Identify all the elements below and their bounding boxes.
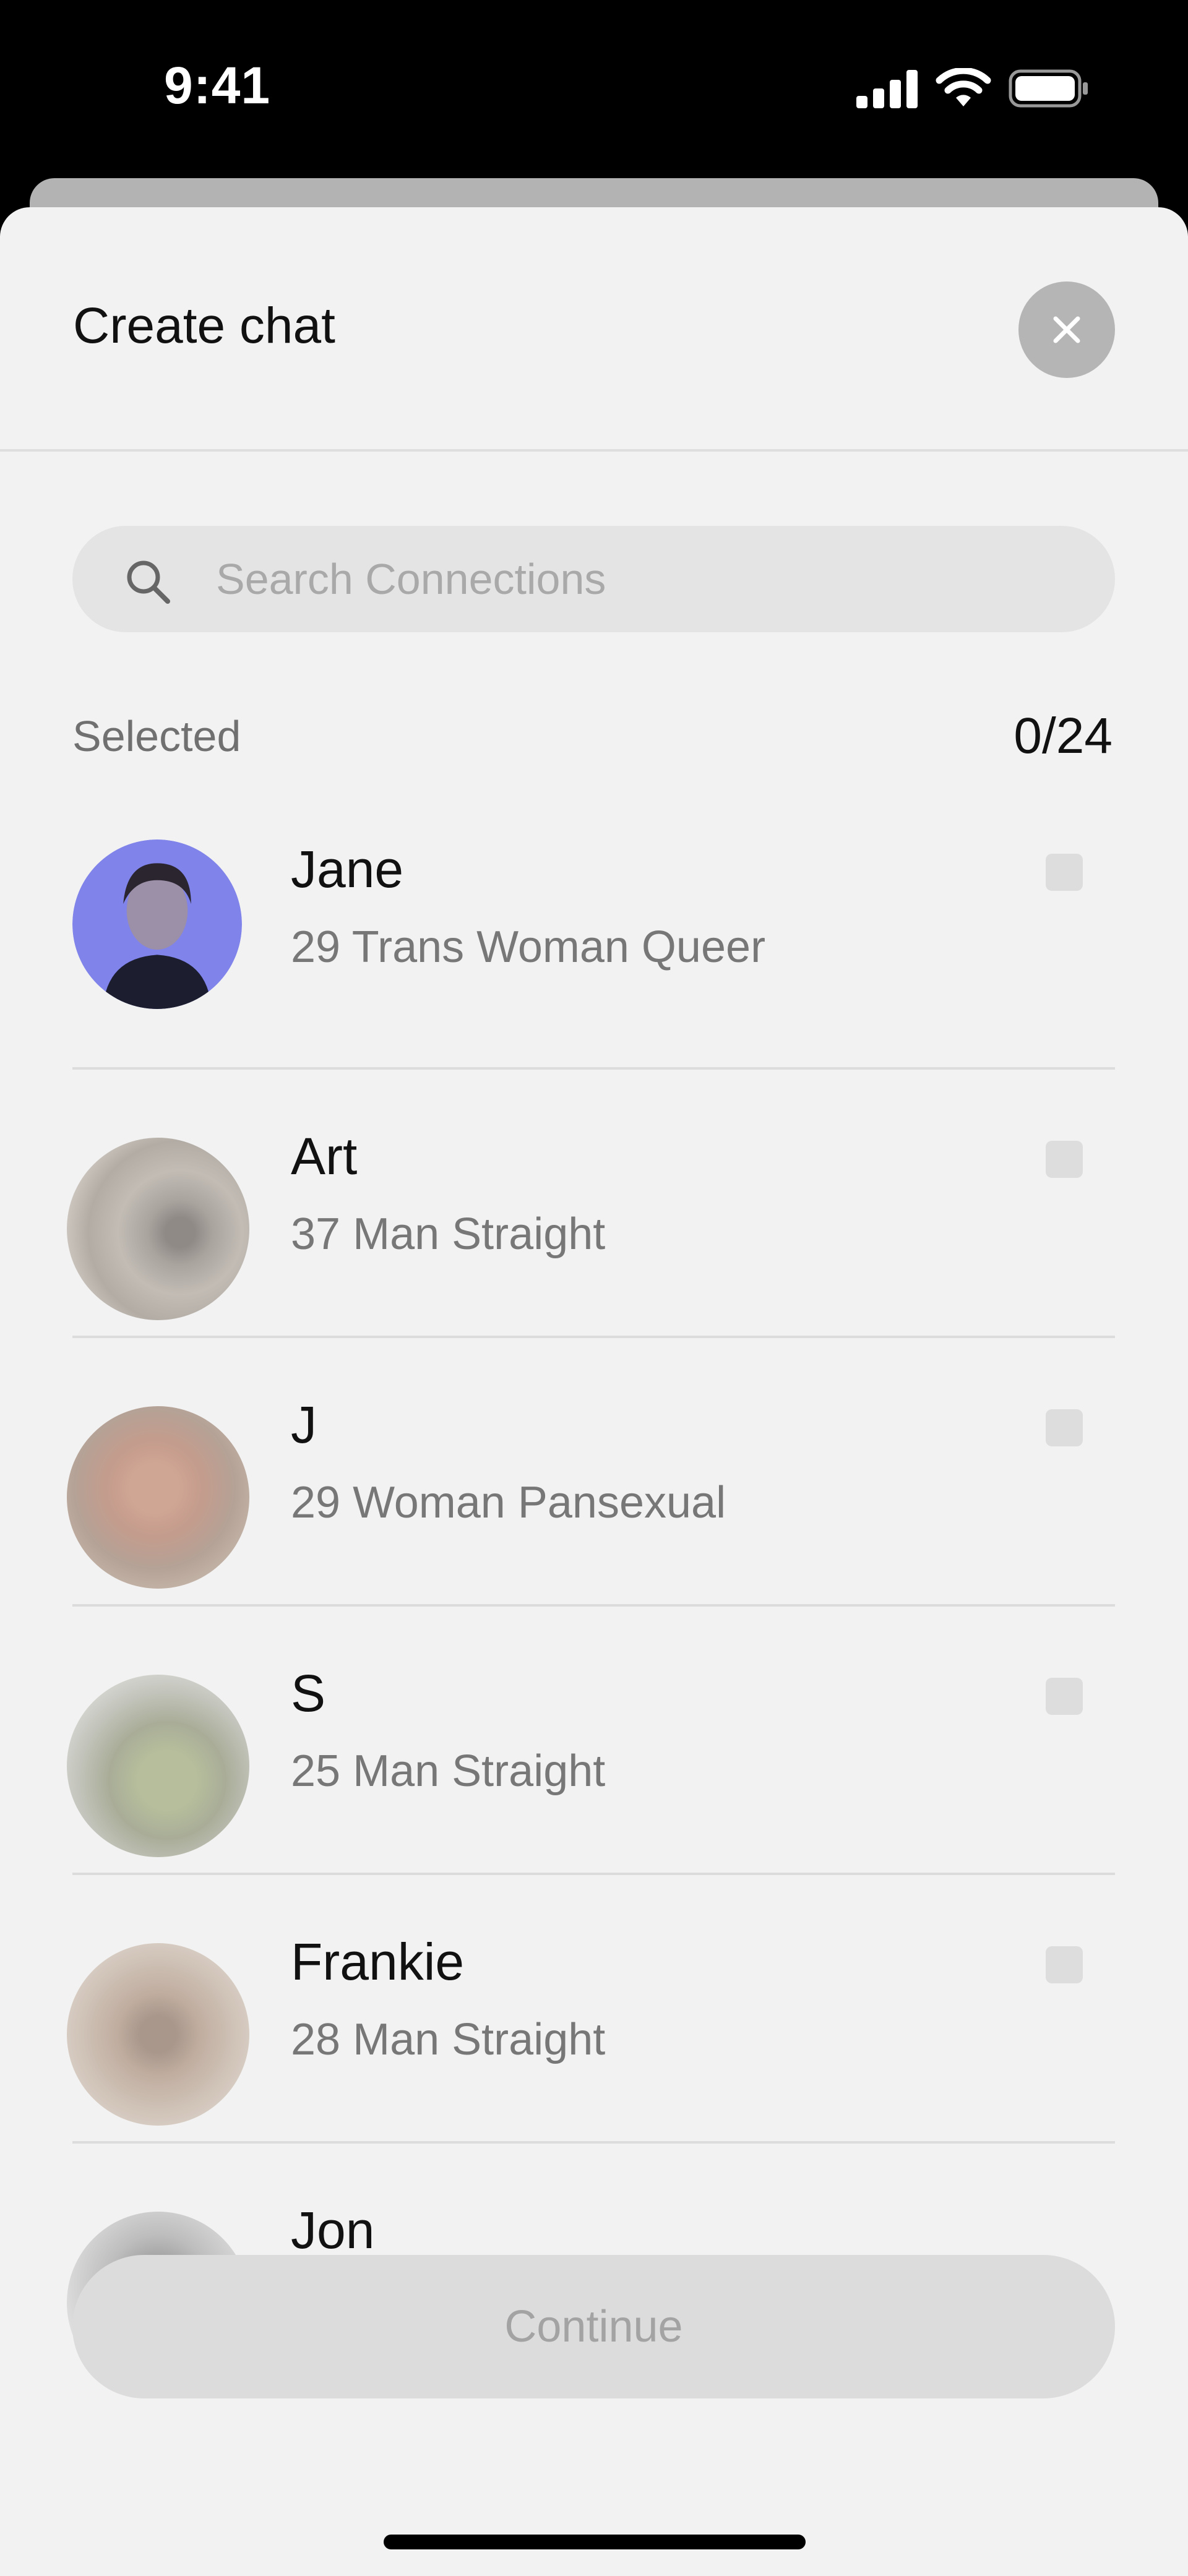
list-item[interactable]: Frankie 28 Man Straight [0,1875,1188,2144]
avatar [67,1138,249,1320]
contact-name: J [291,1396,317,1454]
selected-label: Selected [72,712,241,760]
select-checkbox[interactable] [1046,1409,1083,1446]
contact-details: 28 Man Straight [291,2015,606,2064]
wifi-icon [936,68,991,106]
home-indicator [384,2535,806,2549]
contact-details: 37 Man Straight [291,1209,606,1259]
status-icons [856,68,1089,109]
search-input[interactable] [216,526,1082,632]
sheet-header: Create chat [0,207,1188,452]
select-checkbox[interactable] [1046,854,1083,891]
contact-name: Jane [291,840,404,898]
selected-count: 0/24 [1014,708,1113,764]
screen: 9:41 Create chat Search Connections Sele… [0,0,1188,2576]
contact-name: Art [291,1127,358,1185]
contact-details: 29 Woman Pansexual [291,1478,726,1527]
connections-list: Jane 29 Trans Woman Queer Art 37 Man Str… [0,801,1188,2412]
select-checkbox[interactable] [1046,1141,1083,1178]
status-time: 9:41 [164,56,271,114]
list-fade-overlay [0,2410,1188,2576]
contact-details: 25 Man Straight [291,1746,606,1796]
close-button[interactable] [1018,281,1115,378]
list-item[interactable]: Jane 29 Trans Woman Queer [0,801,1188,1070]
search-icon [127,560,170,604]
continue-button[interactable]: Continue [72,2255,1115,2398]
battery-icon [1009,69,1088,108]
search-bar[interactable] [72,526,1115,632]
create-chat-sheet: Create chat Selected 0/24 [0,207,1188,2576]
list-item[interactable]: J 29 Woman Pansexual [0,1338,1188,1607]
contact-name: Frankie [291,1933,465,1991]
avatar [67,1406,249,1589]
list-item[interactable]: S 25 Man Straight [0,1607,1188,1875]
avatar [72,839,242,1009]
list-item[interactable]: Art 37 Man Straight [0,1070,1188,1338]
close-icon [1053,316,1080,343]
page-title: Create chat [73,298,335,354]
select-checkbox[interactable] [1046,1946,1083,1983]
contact-details: 29 Trans Woman Queer [291,922,766,972]
signal-icon [856,70,918,108]
contact-name: Jon [291,2201,375,2259]
avatar [67,1675,249,1857]
status-bar: 9:41 [0,0,1188,173]
avatar [67,1943,249,2126]
contact-name: S [291,1664,326,1722]
select-checkbox[interactable] [1046,1678,1083,1715]
